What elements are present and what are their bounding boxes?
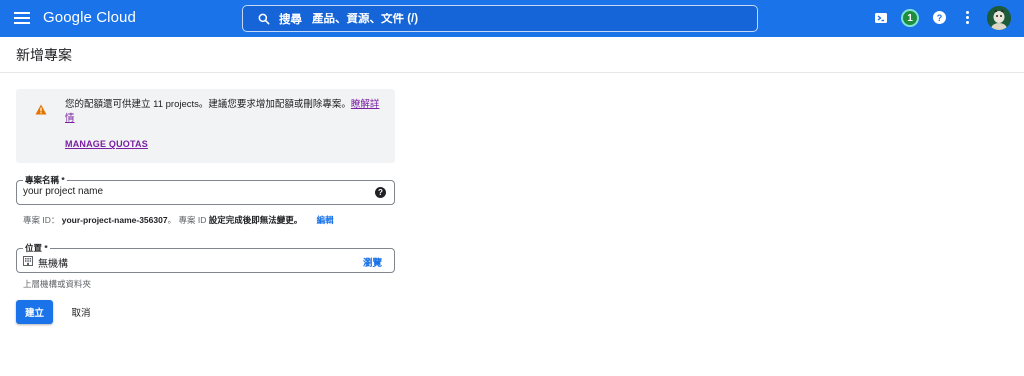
quota-warning-message: 您的配額還可供建立 11 projects。建議您要求增加配額或刪除專案。: [65, 99, 351, 110]
browse-button[interactable]: 瀏覽: [363, 255, 382, 269]
quota-warning-box: 您的配額還可供建立 11 projects。建議您要求增加配額或刪除專案。瞭解詳…: [16, 89, 395, 163]
warning-triangle-icon: [35, 104, 47, 115]
search-bar[interactable]: 搜尋: [242, 5, 758, 32]
more-options-icon[interactable]: [966, 11, 970, 25]
avatar-image: [987, 6, 1011, 30]
location-value: 無機構: [38, 259, 68, 270]
help-circle-icon[interactable]: ?: [375, 187, 386, 198]
header-divider: [0, 72, 1024, 73]
google-cloud-logo[interactable]: Google Cloud: [43, 9, 136, 26]
search-input[interactable]: [312, 12, 612, 25]
cloud-shell-icon[interactable]: [873, 10, 889, 26]
project-id-separator: 。: [167, 215, 177, 225]
location-field[interactable]: 位置 * 無機構 瀏覽: [16, 243, 395, 273]
search-label: 搜尋: [279, 13, 302, 26]
manage-quotas-link[interactable]: MANAGE QUOTAS: [65, 139, 148, 149]
quota-warning-text: 您的配額還可供建立 11 projects。建議您要求增加配額或刪除專案。瞭解詳…: [65, 98, 385, 126]
create-button[interactable]: 建立: [16, 300, 53, 324]
cancel-button[interactable]: 取消: [66, 300, 96, 324]
search-icon: [258, 13, 270, 24]
project-id-note-prefix: 專案 ID: [178, 215, 207, 225]
page-title: 新增專案: [16, 47, 72, 63]
project-id-prefix: 專案 ID：: [23, 215, 60, 225]
location-label: 位置 *: [23, 243, 50, 253]
avatar[interactable]: [987, 6, 1011, 30]
project-name-label: 專案名稱 *: [23, 175, 67, 185]
project-name-input[interactable]: [23, 186, 363, 197]
hamburger-menu-icon[interactable]: [12, 9, 32, 29]
top-app-bar: Google Cloud 搜尋 1 ?: [0, 0, 1024, 37]
notifications-badge[interactable]: 1: [901, 9, 919, 27]
organization-building-icon: [23, 256, 33, 266]
project-id-line: 專案 ID： your-project-name-356307。 專案 ID 設…: [23, 214, 334, 226]
project-id-note: 設定完成後即無法變更。: [208, 215, 303, 225]
location-helper-text: 上層機構或資料夾: [23, 279, 92, 289]
project-name-field[interactable]: 專案名稱 * ?: [16, 175, 395, 205]
project-id-value: your-project-name-356307: [61, 215, 168, 225]
edit-project-id-link[interactable]: 編輯: [317, 215, 334, 225]
help-icon[interactable]: ?: [933, 11, 946, 24]
